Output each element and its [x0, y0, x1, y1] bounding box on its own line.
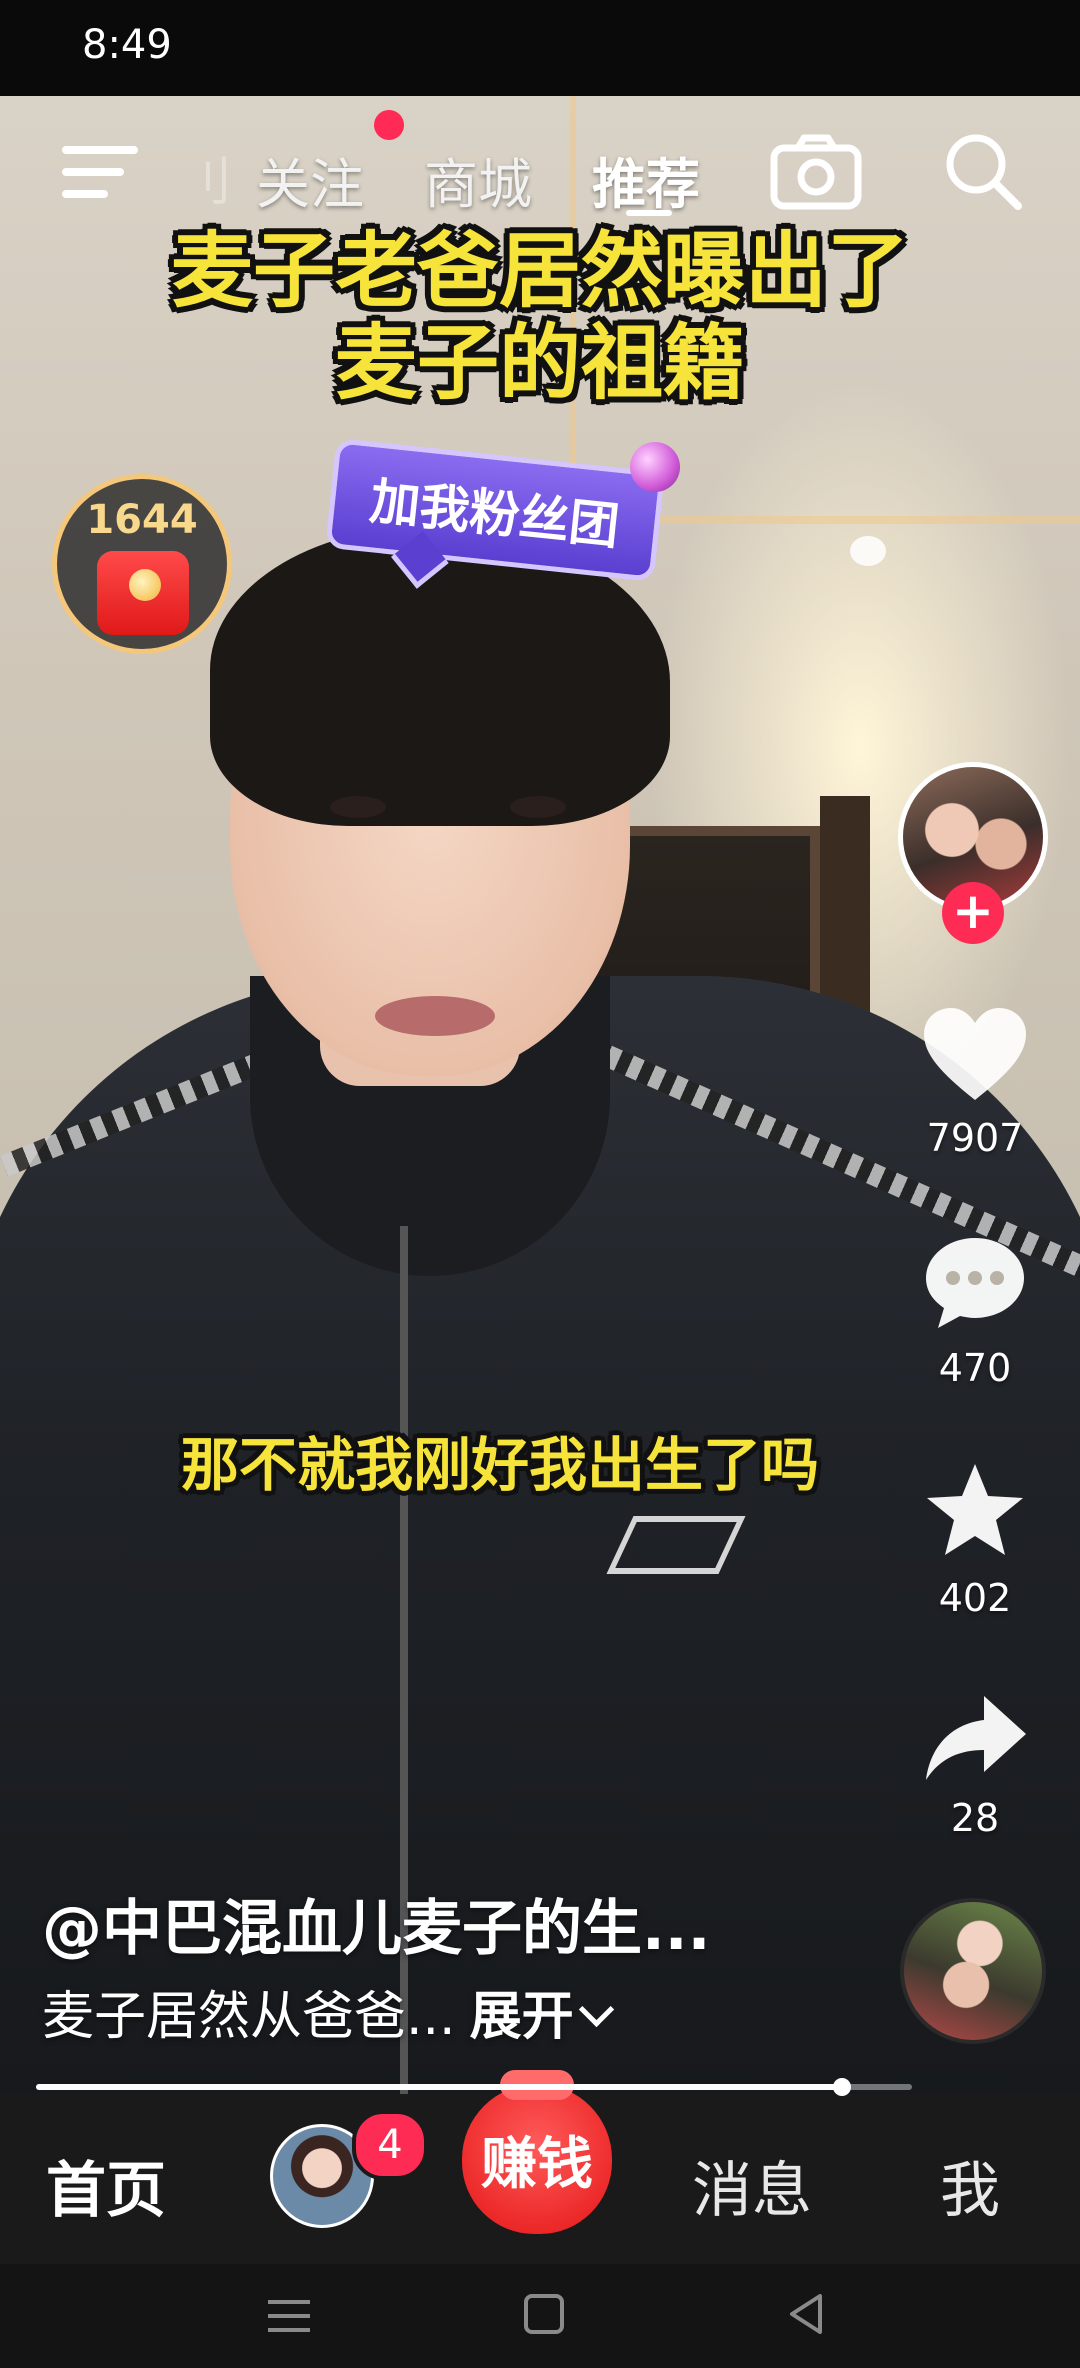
music-disc-avatar[interactable] [900, 1898, 1046, 2044]
coin-icon [129, 569, 161, 601]
tab-me[interactable]: 我 [940, 2142, 1000, 2229]
star-icon[interactable] [920, 1460, 1030, 1560]
tab-recommend[interactable]: 推荐 [592, 140, 700, 219]
share-icon[interactable] [920, 1690, 1030, 1790]
ceiling-lamp [850, 536, 886, 566]
video-progress-bar[interactable] [36, 2078, 912, 2096]
nav-tab-partial[interactable]: 刂 [180, 140, 232, 215]
post-description[interactable]: 麦子居然从爸爸... 展开 [42, 1974, 614, 2049]
comment-icon[interactable] [920, 1232, 1030, 1332]
progress-handle[interactable] [832, 2078, 851, 2096]
camera-icon[interactable] [770, 132, 862, 212]
video-title-caption: 麦子老爸居然曝出了 麦子的祖籍 [0, 226, 1080, 410]
following-notification-dot [374, 110, 404, 140]
recent-apps-icon[interactable] [268, 2298, 310, 2334]
like-count: 7907 [926, 1116, 1024, 1160]
video-subtitle: 那不就我刚好我出生了吗 [180, 1431, 819, 1499]
title-caption-line2: 麦子的祖籍 [334, 316, 745, 411]
title-caption-line1: 麦子老爸居然曝出了 [170, 224, 909, 319]
heart-icon[interactable] [920, 1006, 1030, 1106]
chevron-down-icon [578, 1991, 614, 2028]
person-eye-right [510, 796, 566, 818]
person-mouth [375, 996, 495, 1036]
disco-ball-icon [630, 442, 680, 492]
friend-badge: 4 [352, 2110, 428, 2180]
bottom-tab-bar: 首页 4 赚钱 消息 我 [0, 2070, 1080, 2264]
system-navigation-bar [0, 2264, 1080, 2368]
tab-messages[interactable]: 消息 [692, 2142, 812, 2229]
follow-button[interactable]: + [942, 882, 1004, 944]
status-icons [720, 26, 1020, 66]
description-text: 麦子居然从爸爸... [42, 1987, 456, 2047]
earn-label: 赚钱 [481, 2131, 593, 2197]
tab-home[interactable]: 首页 [46, 2142, 166, 2229]
author-name[interactable]: @中巴混血儿麦子的生... [42, 1880, 710, 1967]
red-packet-widget[interactable]: 1644 [52, 474, 232, 654]
favorite-count: 402 [938, 1576, 1012, 1620]
person-eye-left [330, 796, 386, 818]
earn-button[interactable]: 赚钱 [462, 2070, 612, 2234]
red-packet-count: 1644 [86, 497, 198, 543]
expand-link[interactable]: 展开 [470, 1987, 574, 2047]
menu-icon[interactable] [62, 142, 138, 202]
tab-mall[interactable]: 商城 [424, 140, 532, 219]
status-bar: 8:49 [0, 0, 1080, 96]
status-time: 8:49 [82, 22, 172, 68]
active-tab-indicator [626, 210, 672, 216]
progress-fill [36, 2084, 842, 2090]
search-icon[interactable] [940, 128, 1024, 212]
top-navigation: 刂 关注 商城 推荐 [0, 110, 1080, 230]
back-icon[interactable] [784, 2292, 828, 2336]
share-count: 28 [950, 1796, 1000, 1840]
home-icon[interactable] [524, 2294, 564, 2334]
tab-following[interactable]: 关注 [256, 140, 364, 219]
comment-count: 470 [938, 1346, 1012, 1390]
